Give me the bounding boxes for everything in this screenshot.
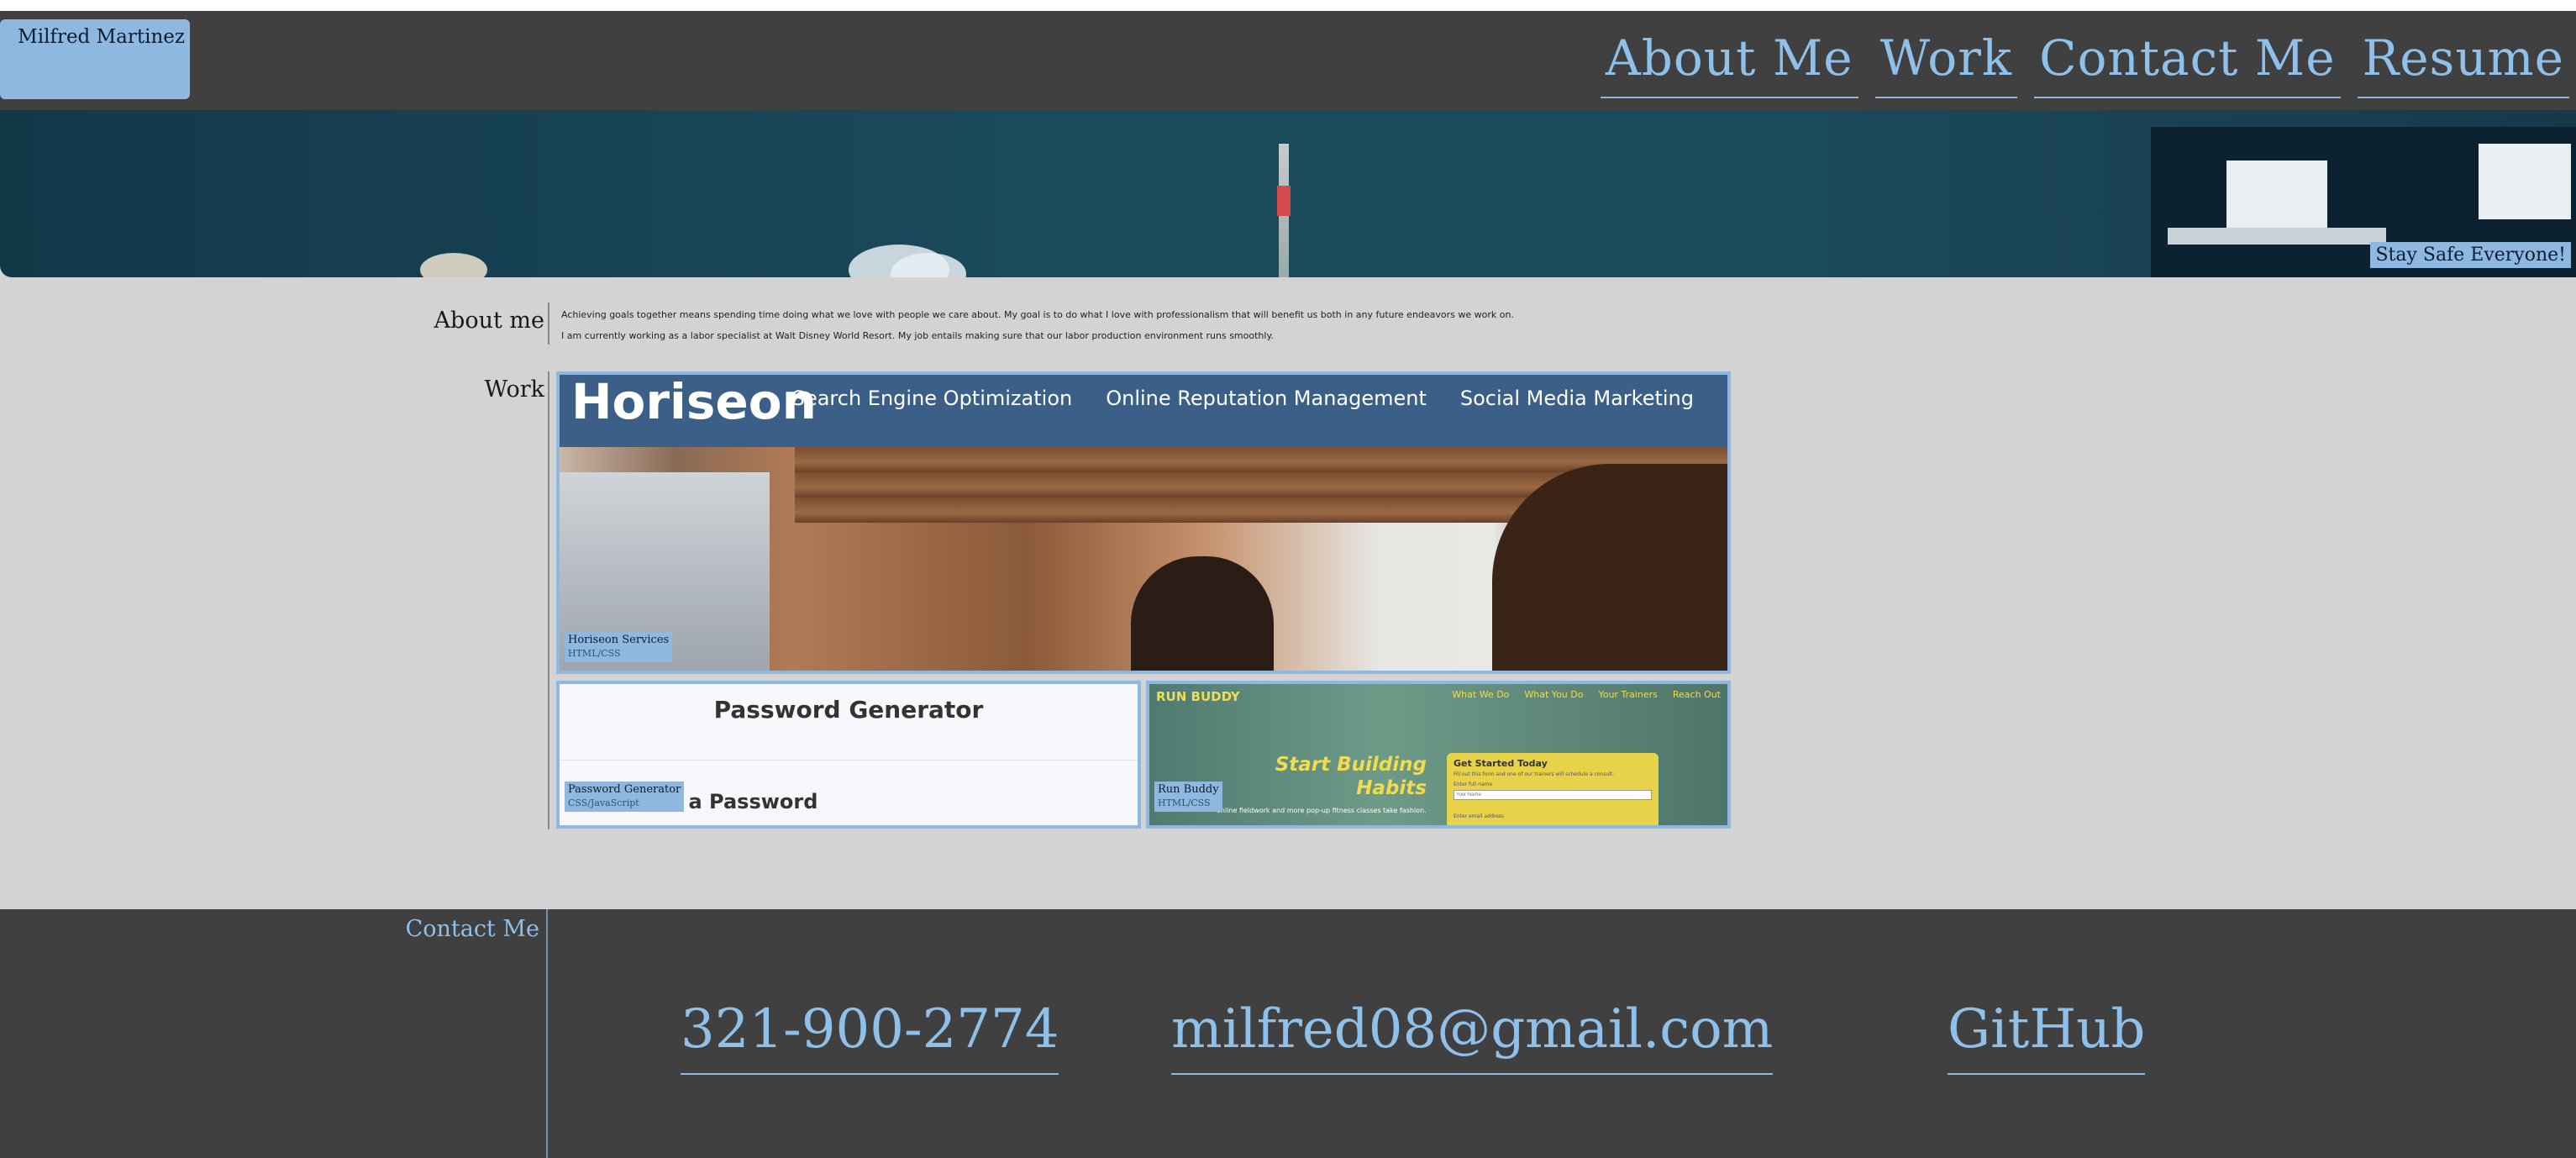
run-buddy-nav-item: What We Do xyxy=(1452,689,1510,700)
nav-resume[interactable]: Resume xyxy=(2357,28,2569,98)
password-generator-caption: Password Generator CSS/JavaScript xyxy=(565,782,685,812)
run-buddy-form: Get Started Today Fill out this form and… xyxy=(1447,753,1659,825)
about-line: Achieving goals together means spending … xyxy=(561,309,1514,320)
hero-railing xyxy=(2168,228,2386,245)
hero-banner xyxy=(0,110,2576,277)
horiseon-person xyxy=(1131,556,1274,671)
run-buddy-headline: Start Building Habits xyxy=(1275,754,1427,799)
nav-contact-me[interactable]: Contact Me xyxy=(2034,28,2341,98)
password-generator-divider xyxy=(560,760,1138,761)
run-buddy-logo: RUN BUDDY xyxy=(1156,689,1240,704)
contact-divider xyxy=(546,909,548,1158)
project-card-password-generator[interactable]: Password Generator Generate a Password P… xyxy=(556,681,1141,829)
project-card-run-buddy[interactable]: RUN BUDDY What We Do What You Do Your Tr… xyxy=(1146,681,1731,829)
run-buddy-nav: What We Do What You Do Your Trainers Rea… xyxy=(1452,689,1721,700)
run-buddy-caption: Run Buddy HTML/CSS xyxy=(1154,782,1222,812)
project-name: Run Buddy xyxy=(1158,783,1219,796)
nav-about-me[interactable]: About Me xyxy=(1600,28,1858,98)
phone-link[interactable]: 321-900-2774 xyxy=(681,997,1059,1075)
email-link[interactable]: milfred08@gmail.com xyxy=(1171,997,1774,1075)
run-buddy-nav-item: Reach Out xyxy=(1672,689,1721,700)
run-buddy-field-label-2: Enter email address xyxy=(1454,813,1505,819)
work-label: Work xyxy=(484,376,544,403)
project-card-horiseon[interactable]: Horiseon Search Engine Optimization Onli… xyxy=(556,371,1731,674)
horiseon-nav-item: Online Reputation Management xyxy=(1106,387,1427,410)
horiseon-nav: Search Engine Optimization Online Reputa… xyxy=(792,387,1694,410)
nav-work[interactable]: Work xyxy=(1874,28,2018,98)
horiseon-caption: Horiseon Services HTML/CSS xyxy=(565,632,673,662)
project-tech: HTML/CSS xyxy=(1158,797,1211,808)
about-divider xyxy=(548,303,549,345)
run-buddy-field-label: Enter full name xyxy=(1454,782,1493,787)
horiseon-nav-item: Search Engine Optimization xyxy=(791,387,1073,410)
work-divider xyxy=(548,371,549,829)
horiseon-hero-image xyxy=(560,447,1727,671)
hero-tower-top xyxy=(1277,186,1291,216)
run-buddy-preview: RUN BUDDY What We Do What You Do Your Tr… xyxy=(1149,684,1727,825)
project-tech: CSS/JavaScript xyxy=(568,797,639,808)
horiseon-nav-item: Social Media Marketing xyxy=(1459,387,1694,410)
contact-label: Contact Me xyxy=(405,916,539,942)
password-generator-heading: Password Generator xyxy=(713,696,984,724)
brand-name: Milfred Martinez xyxy=(18,26,185,48)
project-name: Horiseon Services xyxy=(568,634,670,646)
about-text: Achieving goals together means spending … xyxy=(561,304,1514,346)
hero-cloud xyxy=(420,253,487,277)
horiseon-preview: Horiseon Search Engine Optimization Onli… xyxy=(560,375,1727,671)
about-line: I am currently working as a labor specia… xyxy=(561,330,1274,341)
brand-box[interactable]: Milfred Martinez xyxy=(0,19,190,99)
horiseon-logo: Horiseon xyxy=(571,375,817,430)
hero-window xyxy=(2479,144,2571,219)
run-buddy-form-title: Get Started Today xyxy=(1454,758,1548,769)
run-buddy-blurb: online fieldwork and more pop-up fitness… xyxy=(1217,807,1427,814)
hero-window xyxy=(2226,161,2327,228)
site-header: Milfred Martinez About Me Work Contact M… xyxy=(0,11,2576,110)
run-buddy-form-sub: Fill out this form and one of our traine… xyxy=(1454,771,1615,777)
password-generator-preview: Password Generator Generate a Password P… xyxy=(560,684,1138,825)
about-label: About me xyxy=(434,308,544,334)
stay-safe-badge: Stay Safe Everyone! xyxy=(2370,242,2571,268)
project-tech: HTML/CSS xyxy=(568,648,621,659)
github-link[interactable]: GitHub xyxy=(1948,997,2146,1075)
contact-footer: Contact Me 321-900-2774 milfred08@gmail.… xyxy=(0,909,2576,1158)
run-buddy-name-input[interactable] xyxy=(1454,790,1652,800)
project-name: Password Generator xyxy=(568,783,681,796)
main-nav: About Me Work Contact Me Resume xyxy=(1600,28,2569,98)
run-buddy-nav-item: Your Trainers xyxy=(1598,689,1658,700)
top-strip xyxy=(0,0,2576,11)
run-buddy-nav-item: What You Do xyxy=(1524,689,1584,700)
